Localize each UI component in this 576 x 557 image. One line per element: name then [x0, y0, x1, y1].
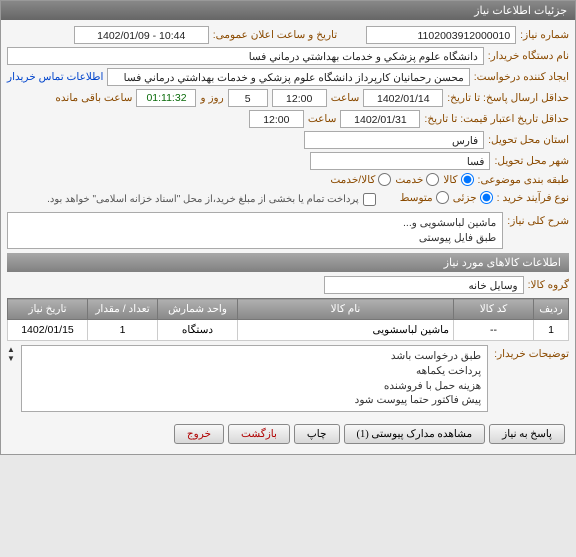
cat-goods-option[interactable]: کالا: [443, 173, 473, 186]
col-unit: واحد شمارش: [158, 299, 238, 320]
buy-type-label: نوع فرآیند خرید :: [497, 192, 569, 204]
need-desc-box: ماشین لباسشویی و... طبق فایل پیوستی: [7, 212, 503, 249]
button-bar: پاسخ به نیاز مشاهده مدارک پیوستی (1) چاپ…: [7, 420, 569, 448]
scroll-arrows: ▲ ▼: [7, 345, 15, 363]
need-desc-line2: طبق فایل پیوستی: [14, 231, 496, 246]
treasury-payment-checkbox[interactable]: [363, 193, 376, 206]
treasury-payment-note: پرداخت تمام یا بخشی از مبلغ خرید،از محل …: [47, 194, 359, 205]
province-label: استان محل تحویل:: [488, 134, 569, 146]
arrow-up-icon[interactable]: ▲: [7, 345, 15, 354]
category-label: طبقه بندی موضوعی:: [478, 174, 569, 186]
saat-label-1: ساعت: [331, 92, 360, 104]
panel-body: شماره نیاز: 1102003912000010 تاریخ و ساع…: [1, 20, 575, 454]
col-need-date: تاریخ نیاز: [8, 299, 88, 320]
bt-medium-radio[interactable]: [436, 191, 449, 204]
creator-label: ایجاد کننده درخواست:: [474, 71, 569, 83]
col-item-name: نام کالا: [238, 299, 454, 320]
province-value: فارس: [304, 131, 484, 149]
col-qty: تعداد / مقدار: [88, 299, 158, 320]
respond-button[interactable]: پاسخ به نیاز: [489, 424, 565, 444]
buyer-notes-box: طبق درخواست باشد پرداخت یکماهه هزینه حمل…: [21, 345, 488, 412]
back-button[interactable]: بازگشت: [228, 424, 290, 444]
bt-medium-option[interactable]: متوسط: [400, 191, 449, 204]
cell-qty: 1: [88, 320, 158, 341]
city-value: فسا: [310, 152, 490, 170]
validity-date: 1402/01/31: [340, 110, 420, 128]
cell-row-no: 1: [534, 320, 569, 341]
buyer-note-line: طبق درخواست باشد: [28, 349, 481, 364]
col-row-no: ردیف: [534, 299, 569, 320]
days-left: 5: [228, 89, 268, 107]
city-label: شهر محل تحویل:: [494, 155, 569, 167]
col-item-code: کد کالا: [454, 299, 534, 320]
announce-datetime-value: 1402/01/09 - 10:44: [74, 26, 209, 44]
validity-label: حداقل تاریخ اعتبار قیمت: تا تاریخ:: [424, 113, 569, 125]
items-section-header: اطلاعات کالاهای مورد نیاز: [7, 253, 569, 272]
buyer-notes-label: توضیحات خریدار:: [494, 345, 569, 360]
need-desc-line1: ماشین لباسشویی و...: [14, 216, 496, 231]
need-number-value: 1102003912000010: [366, 26, 516, 44]
items-table-header-row: ردیف کد کالا نام کالا واحد شمارش تعداد /…: [8, 299, 569, 320]
deadline-time: 12:00: [272, 89, 327, 107]
countdown-timer: 01:11:32: [136, 89, 196, 107]
cat-service-radio[interactable]: [426, 173, 439, 186]
bt-partial-radio[interactable]: [480, 191, 493, 204]
category-radio-group: کالا خدمت کالا/خدمت: [330, 173, 473, 186]
exit-button[interactable]: خروج: [174, 424, 224, 444]
creator-value: محسن رحمانيان کارپرداز دانشگاه علوم پزشک…: [107, 68, 469, 86]
deadline-date: 1402/01/14: [363, 89, 443, 107]
remaining-label: ساعت باقی مانده: [55, 92, 132, 104]
cat-both-option[interactable]: کالا/خدمت: [330, 173, 391, 186]
validity-time: 12:00: [249, 110, 304, 128]
cat-goods-radio[interactable]: [461, 173, 474, 186]
buyer-org-label: نام دستگاه خریدار:: [488, 50, 569, 62]
buyer-note-line: هزینه حمل با فروشنده: [28, 379, 481, 394]
items-table: ردیف کد کالا نام کالا واحد شمارش تعداد /…: [7, 298, 569, 341]
buyer-note-line: پرداخت یکماهه: [28, 364, 481, 379]
cell-need-date: 1402/01/15: [8, 320, 88, 341]
buyer-org-value: دانشگاه علوم پزشکي و خدمات بهداشتي درمان…: [7, 47, 484, 65]
buyer-note-line: پیش فاکتور حتما پیوست شود: [28, 393, 481, 408]
rooz-va-label: روز و: [200, 92, 223, 104]
cat-both-radio[interactable]: [378, 173, 391, 186]
view-attachments-button[interactable]: مشاهده مدارک پیوستی (1): [344, 424, 486, 444]
bt-partial-option[interactable]: جزئی: [453, 191, 493, 204]
item-group-value: وسایل خانه: [324, 276, 524, 294]
table-row[interactable]: 1 -- ماشین لباسشویی دستگاه 1 1402/01/15: [8, 320, 569, 341]
announce-datetime-label: تاریخ و ساعت اعلان عمومی:: [213, 29, 337, 41]
arrow-down-icon[interactable]: ▼: [7, 354, 15, 363]
cell-item-code: --: [454, 320, 534, 341]
need-desc-label: شرح کلی نیاز:: [507, 212, 569, 227]
buyer-contact-link[interactable]: اطلاعات تماس خریدار: [7, 71, 103, 83]
deadline-label: حداقل ارسال پاسخ: تا تاریخ:: [447, 92, 569, 104]
need-details-panel: جزئیات اطلاعات نیاز شماره نیاز: 11020039…: [0, 0, 576, 455]
item-group-label: گروه کالا:: [528, 279, 569, 291]
cat-service-option[interactable]: خدمت: [395, 173, 439, 186]
cell-unit: دستگاه: [158, 320, 238, 341]
need-number-label: شماره نیاز:: [520, 29, 569, 41]
cell-item-name: ماشین لباسشویی: [238, 320, 454, 341]
print-button[interactable]: چاپ: [294, 424, 340, 444]
buy-type-radio-group: جزئی متوسط: [400, 191, 493, 204]
saat-label-2: ساعت: [308, 113, 337, 125]
panel-title: جزئیات اطلاعات نیاز: [1, 1, 575, 20]
